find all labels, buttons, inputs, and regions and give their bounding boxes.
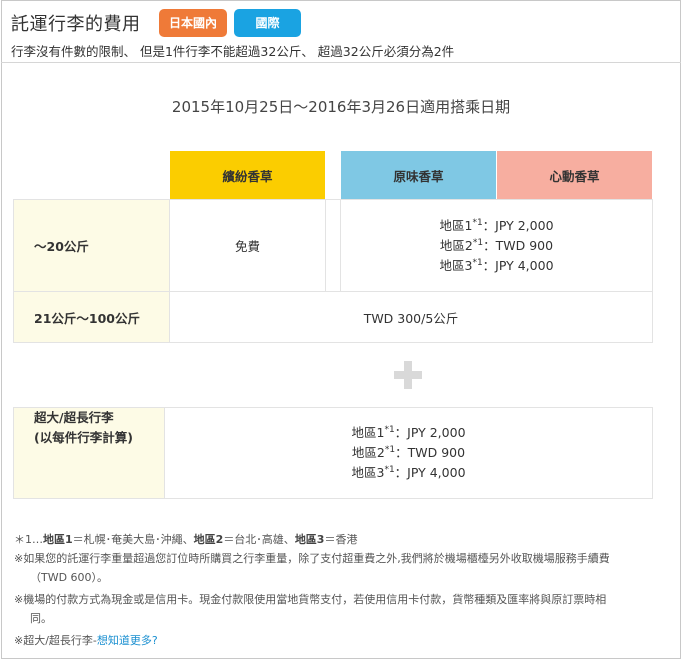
zone-fee-line: 地區2*1：TWD 900 (351, 444, 466, 460)
oversize-fees: 地區1*1：JPY 2,000 地區2*1：TWD 900 地區3*1：JPY … (165, 408, 652, 498)
applicable-period: 2015年10月25日～2016年3月26日適用搭乘日期 (171, 98, 511, 116)
zone-fee-line: 地區2*1：TWD 900 (439, 237, 554, 253)
header-divider (1, 62, 681, 63)
col-header-yellow: 繽紛香草 (170, 151, 325, 199)
table-line (652, 199, 653, 343)
note-payment: ※機場的付款方式為現金或是信用卡。現金付款限使用當地貨幣支付，若使用信用卡付款，… (14, 593, 607, 625)
col-header-blue: 原味香草 (341, 151, 496, 199)
col-header-pink: 心動香草 (497, 151, 652, 199)
footnotes: ＊1…地區1＝札幌･奄美大島･沖繩、地區2＝台北･高雄、地區3＝香港 ※如果您的… (14, 530, 664, 650)
note-zones: ＊1…地區1＝札幌･奄美大島･沖繩、地區2＝台北･高雄、地區3＝香港 (14, 533, 358, 546)
learn-more-link[interactable]: 想知道更多? (97, 634, 158, 647)
zone-fee-line: 地區1*1：JPY 2,000 (351, 424, 466, 440)
zone-fee-line: 地區3*1：JPY 4,000 (351, 464, 466, 480)
row-label-oversize: 超大/超長行李 (以每件行李計算) (14, 408, 164, 498)
free-value: 免費 (234, 239, 260, 254)
domestic-button[interactable]: 日本國內 (159, 9, 227, 37)
zone-fee-line: 地區1*1：JPY 2,000 (439, 217, 554, 233)
overweight-fee: TWD 300/5公斤 (363, 310, 459, 326)
table-line (14, 498, 652, 499)
row-label-21-100kg: 21公斤～100公斤 (14, 292, 169, 342)
oversize-label: 超大/超長行李 (34, 410, 114, 425)
table-line (652, 407, 653, 499)
table-line (14, 342, 652, 343)
international-button[interactable]: 國際 (234, 9, 301, 37)
page-subtitle: 行李沒有件數的限制、 但是1件行李不能超過32公斤、 超過32公斤必須分為2件 (11, 44, 455, 59)
row-label-20kg: ～20公斤 (14, 200, 169, 291)
page-title: 託運行李的費用 (11, 14, 141, 35)
note-oversize: ※超大/超長行李-想知道更多? (14, 634, 158, 647)
zone-fee-line: 地區3*1：JPY 4,000 (439, 257, 554, 273)
oversize-sublabel: (以每件行李計算) (34, 430, 133, 445)
note-overweight: ※如果您的託運行李重量超過您訂位時所購買之行李重量，除了支付超重費之外,我們將於… (14, 552, 610, 584)
zone-fees: 地區1*1：JPY 2,000 地區2*1：TWD 900 地區3*1：JPY … (341, 200, 652, 291)
table-line (325, 199, 326, 292)
